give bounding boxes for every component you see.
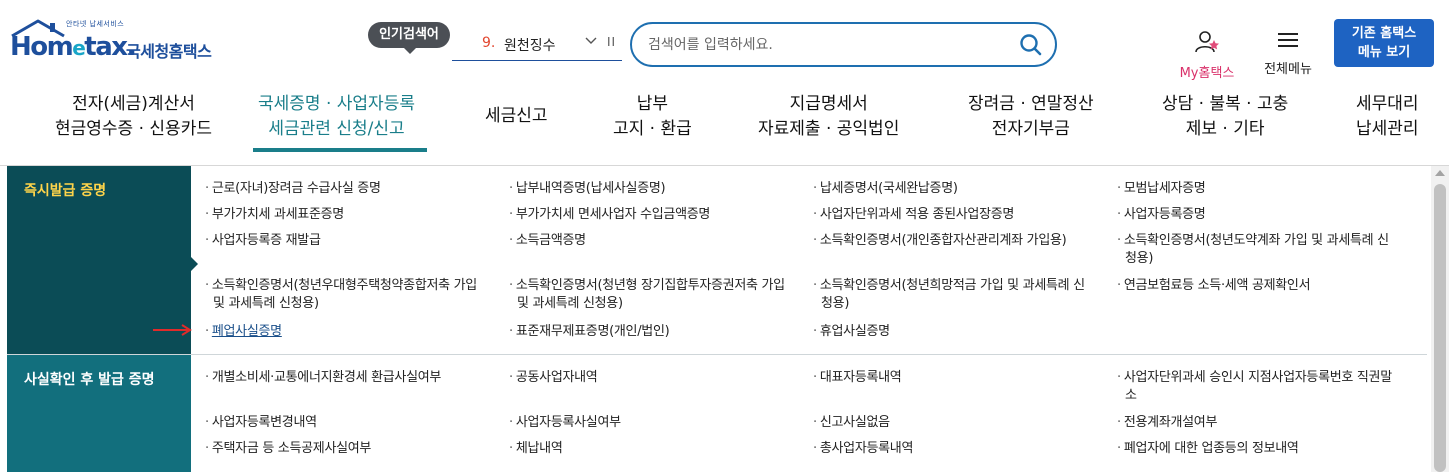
menu-item[interactable]: · 사업자단위과세 승인시 지점사업자등록번호 직권말 소 [1117, 369, 1392, 405]
nav-payment-statements[interactable]: 지급명세서 자료제출 · 공익법인 [758, 92, 899, 142]
classic-hometax-menu-button[interactable]: 기존 홈택스 메뉴 보기 [1334, 19, 1434, 67]
search-input[interactable] [648, 34, 1008, 56]
menu-item[interactable]: · 사업자등록증 재발급 [205, 232, 321, 250]
nav-consultation[interactable]: 상담 · 불복 · 고충 제보 · 기타 [1162, 92, 1288, 142]
nav-line2: 현금영수증 · 신용카드 [55, 119, 212, 139]
category-label: 즉시발급 증명 [24, 183, 107, 199]
classic-button-line1: 기존 홈택스 [1351, 26, 1417, 41]
category-divider [7, 354, 1427, 355]
menu-item[interactable]: · 근로(자녀)장려금 수급사실 증명 [205, 180, 381, 198]
logo-korean-name: 국세청홈택스 [126, 42, 212, 61]
search-box [630, 22, 1057, 67]
all-menu-button[interactable]: 전체메뉴 [1258, 30, 1318, 77]
menu-item[interactable]: · 폐업자에 대한 업종등의 정보내역 [1117, 440, 1299, 458]
search-icon[interactable] [1019, 33, 1043, 57]
menu-item[interactable]: · 사업자등록증명 [1117, 206, 1206, 224]
nav-line1: 국세증명 · 사업자등록 [258, 94, 415, 114]
menu-item[interactable]: · 휴업사실증명 [813, 323, 890, 341]
nav-line1: 세금신고 [485, 106, 548, 126]
nav-line1: 전자(세금)계산서 [72, 94, 195, 114]
menu-item[interactable]: · 소득확인증명서(청년우대형주택청약종합저축 가입 및 과세특례 신청용) [205, 277, 477, 313]
menu-item[interactable]: · 전용계좌개설여부 [1117, 414, 1217, 432]
nav-certificates-registration[interactable]: 국세증명 · 사업자등록 세금관련 신청/신고 [258, 92, 415, 142]
nav-line2: 세금관련 신청/신고 [268, 119, 405, 139]
nav-line1: 세무대리 [1356, 94, 1419, 114]
menu-item[interactable]: · 부가가치세 면세사업자 수입금액증명 [509, 206, 710, 224]
submenu-panel: 즉시발급 증명 사실확인 후 발급 증명 · 근로(자녀)장려금 수급사실 증명 … [0, 166, 1449, 472]
menu-item[interactable]: · 부가가치세 과세표준증명 [205, 206, 344, 224]
menu-item[interactable]: · 소득금액증명 [509, 232, 586, 250]
menu-item[interactable]: · 소득확인증명서(청년형 장기집합투자증권저축 가입 및 과세특례 신청용) [509, 277, 785, 313]
nav-line2: 자료제출 · 공익법인 [758, 119, 900, 139]
menu-item[interactable]: · 납부내역증명(납세사실증명) [509, 180, 666, 198]
nav-e-invoice[interactable]: 전자(세금)계산서 현금영수증 · 신용카드 [55, 92, 212, 142]
chevron-down-icon[interactable] [584, 33, 598, 51]
menu-item[interactable]: · 총사업자등록내역 [813, 440, 913, 458]
classic-button-line2: 메뉴 보기 [1357, 45, 1411, 60]
vertical-scrollbar[interactable] [1431, 166, 1449, 472]
hamburger-icon [1278, 33, 1298, 47]
menu-item[interactable]: · 체납내역 [509, 440, 563, 458]
scroll-up-arrow-icon[interactable] [1435, 170, 1445, 176]
menu-item[interactable]: · 표준재무제표증명(개인/법인) [509, 323, 670, 341]
nav-line2: 제보 · 기타 [1185, 119, 1265, 139]
my-hometax-label: My홈택스 [1179, 66, 1235, 81]
nav-line2: 고지 · 환급 [613, 119, 692, 139]
nav-tax-filing[interactable]: 세금신고 [485, 104, 548, 129]
menu-item[interactable]: · 소득확인증명서(개인종합자산관리계좌 가입용) [813, 232, 1067, 250]
menu-item[interactable]: · 사업자등록사실여부 [509, 414, 621, 432]
menu-item[interactable]: · 소득확인증명서(청년희망적금 가입 및 과세특례 신 청용) [813, 277, 1085, 313]
category-pointer [191, 257, 198, 271]
all-menu-label: 전체메뉴 [1264, 62, 1312, 77]
my-hometax-button[interactable]: My홈택스 [1175, 30, 1239, 81]
menu-item[interactable]: · 주택자금 등 소득공제사실여부 [205, 440, 371, 458]
main-navigation: 전자(세금)계산서 현금영수증 · 신용카드 국세증명 · 사업자등록 세금관련… [0, 82, 1449, 166]
scroll-thumb[interactable] [1434, 184, 1446, 472]
menu-item[interactable]: · 신고사실없음 [813, 414, 890, 432]
user-star-icon [1195, 31, 1219, 53]
nav-line1: 상담 · 불복 · 고충 [1162, 94, 1289, 114]
menu-item[interactable]: · 소득확인증명서(청년도약계좌 가입 및 과세특례 신 청용) [1117, 232, 1389, 268]
nav-tax-agent[interactable]: 세무대리 납세관리 [1356, 92, 1419, 142]
menu-item-closure-certificate[interactable]: · 폐업사실증명 [205, 323, 282, 341]
nav-payment[interactable]: 납부 고지 · 환급 [613, 92, 692, 142]
menu-item[interactable]: · 개별소비세·교통에너지환경세 환급사실여부 [205, 369, 441, 387]
red-arrow-icon [153, 324, 192, 336]
popular-search-badge: 인기검색어 [368, 22, 450, 54]
menu-item[interactable]: · 사업자등록변경내역 [205, 414, 317, 432]
logo-subtitle: 안타넷 납세서비스 [66, 20, 125, 28]
menu-item[interactable]: · 모범납세자증명 [1117, 180, 1206, 198]
logo-wordmark: Hometax. [10, 32, 136, 62]
menu-item[interactable]: · 대표자등록내역 [813, 369, 902, 387]
pause-icon[interactable]: II [607, 35, 616, 49]
nav-line2: 전자기부금 [991, 119, 1070, 139]
category-verified-certificates[interactable]: 사실확인 후 발급 증명 [7, 355, 191, 472]
header: 안타넷 납세서비스 Hometax. 국세청홈택스 인기검색어 9. 원천징수 … [0, 0, 1449, 81]
menu-item[interactable]: · 연금보험료등 소득·세액 공제확인서 [1117, 277, 1311, 295]
rank-keyword[interactable]: 원천징수 [504, 35, 556, 55]
menu-item[interactable]: · 사업자단위과세 적용 종된사업장증명 [813, 206, 1014, 224]
nav-incentives-yearend[interactable]: 장려금 · 연말정산 전자기부금 [968, 92, 1094, 142]
nav-line1: 지급명세서 [789, 94, 868, 114]
nav-line1: 납부 [636, 94, 669, 114]
category-label: 사실확인 후 발급 증명 [24, 372, 155, 388]
hometax-logo[interactable]: 안타넷 납세서비스 Hometax. 국세청홈택스 [10, 18, 230, 68]
active-nav-indicator [253, 148, 427, 152]
menu-item[interactable]: · 공동사업자내역 [509, 369, 598, 387]
nav-line1: 장려금 · 연말정산 [968, 94, 1094, 114]
popular-search-ticker[interactable]: 9. 원천징수 II [452, 28, 622, 61]
nav-line2: 납세관리 [1356, 119, 1419, 139]
rank-number: 9. [482, 35, 496, 51]
menu-item[interactable]: · 납세증명서(국세완납증명) [813, 180, 958, 198]
